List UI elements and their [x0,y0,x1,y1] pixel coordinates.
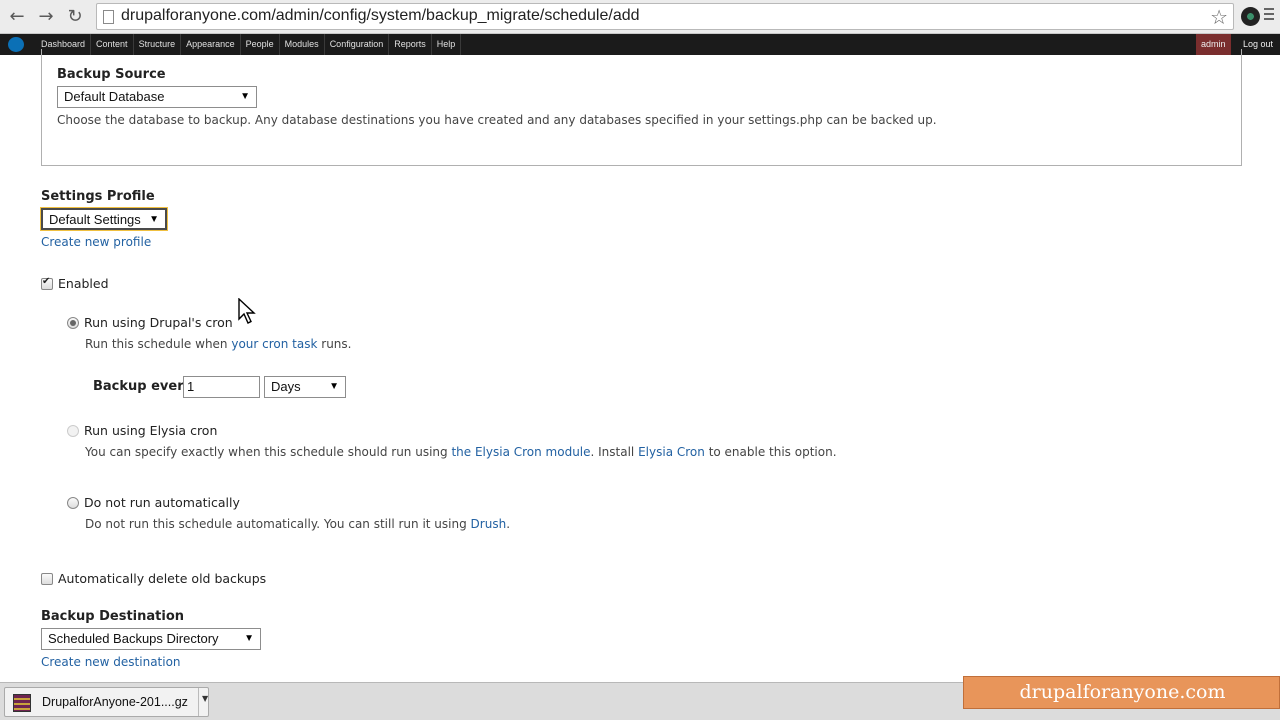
run-elysia-cron-label: Run using Elysia cron [84,423,218,438]
forward-icon[interactable]: → [35,6,57,28]
archive-file-icon [13,694,31,712]
auto-delete-checkbox[interactable] [41,573,53,585]
download-item[interactable]: DrupalforAnyone-201....gz ▼ [4,687,209,717]
dropdown-arrow-icon: ▼ [244,633,254,644]
settings-profile-label: Settings Profile [41,189,155,204]
backup-every-input[interactable]: 1 [183,376,260,398]
desc-text: You can specify exactly when this schedu… [85,445,452,459]
drush-link[interactable]: Drush [471,517,507,531]
backup-every-label: Backup every [93,379,193,394]
watermark-banner: drupalforanyone.com [963,676,1280,709]
page-icon [103,10,114,24]
elysia-cron-link[interactable]: Elysia Cron [638,445,705,459]
reload-icon[interactable]: ↻ [64,6,86,28]
run-drupal-cron-radio[interactable] [67,317,79,329]
chevron-down-icon[interactable]: ▼ [202,694,208,703]
no-auto-radio[interactable] [67,497,79,509]
watermark-text: drupalforanyone.com [1019,681,1226,703]
divider [198,688,199,716]
dropdown-arrow-icon: ▼ [149,214,159,225]
elysia-cron-module-link[interactable]: the Elysia Cron module [451,445,590,459]
backup-source-description: Choose the database to backup. Any datab… [57,113,937,127]
backup-source-value: Default Database [64,89,165,104]
backup-every-unit-select[interactable]: Days ▼ [264,376,346,398]
address-bar[interactable]: drupalforanyone.com/admin/config/system/… [96,3,1234,30]
run-drupal-cron-label: Run using Drupal's cron [84,315,233,330]
browser-toolbar: ← → ↻ drupalforanyone.com/admin/config/s… [0,0,1280,34]
url-text[interactable]: drupalforanyone.com/admin/config/system/… [121,7,640,25]
backup-destination-select[interactable]: Scheduled Backups Directory ▼ [41,628,261,650]
desc-text: Do not run this schedule automatically. … [85,517,471,531]
settings-profile-select[interactable]: Default Settings ▼ [40,207,168,231]
settings-profile-value: Default Settings [49,212,141,227]
desc-text: to enable this option. [704,445,837,459]
mouse-cursor-icon [238,298,256,324]
backup-destination-label: Backup Destination [41,609,185,624]
bookmark-star-icon[interactable]: ☆ [1210,5,1228,29]
backup-destination-value: Scheduled Backups Directory [48,631,219,646]
create-destination-link[interactable]: Create new destination [41,655,181,669]
back-icon[interactable]: ← [6,6,28,28]
page-content: Backup Source Default Database ▼ Choose … [0,49,1280,682]
run-drupal-cron-description: Run this schedule when your cron task ru… [85,337,351,351]
desc-text: . Install [590,445,639,459]
dropdown-arrow-icon: ▼ [240,91,250,102]
cron-task-link[interactable]: your cron task [231,337,317,351]
drupal-logo-icon[interactable] [8,37,24,52]
dropdown-arrow-icon: ▼ [329,381,339,392]
create-profile-link[interactable]: Create new profile [41,235,151,249]
enabled-label: Enabled [58,276,109,291]
no-auto-description: Do not run this schedule automatically. … [85,517,510,531]
no-auto-label: Do not run automatically [84,495,240,510]
backup-source-select[interactable]: Default Database ▼ [57,86,257,108]
extension-icon[interactable] [1241,7,1260,26]
download-file-name: DrupalforAnyone-201....gz [42,695,188,709]
auto-delete-label: Automatically delete old backups [58,571,267,586]
desc-text: runs. [317,337,352,351]
browser-menu-icon[interactable] [1264,8,1274,23]
run-elysia-cron-description: You can specify exactly when this schedu… [85,445,837,459]
desc-text: . [506,517,511,531]
backup-source-label: Backup Source [57,67,166,82]
desc-text: Run this schedule when [85,337,232,351]
logout-link[interactable]: Log out [1238,34,1278,55]
backup-every-unit-value: Days [271,379,301,394]
enabled-checkbox[interactable] [41,276,53,290]
run-elysia-cron-radio[interactable] [67,425,79,437]
